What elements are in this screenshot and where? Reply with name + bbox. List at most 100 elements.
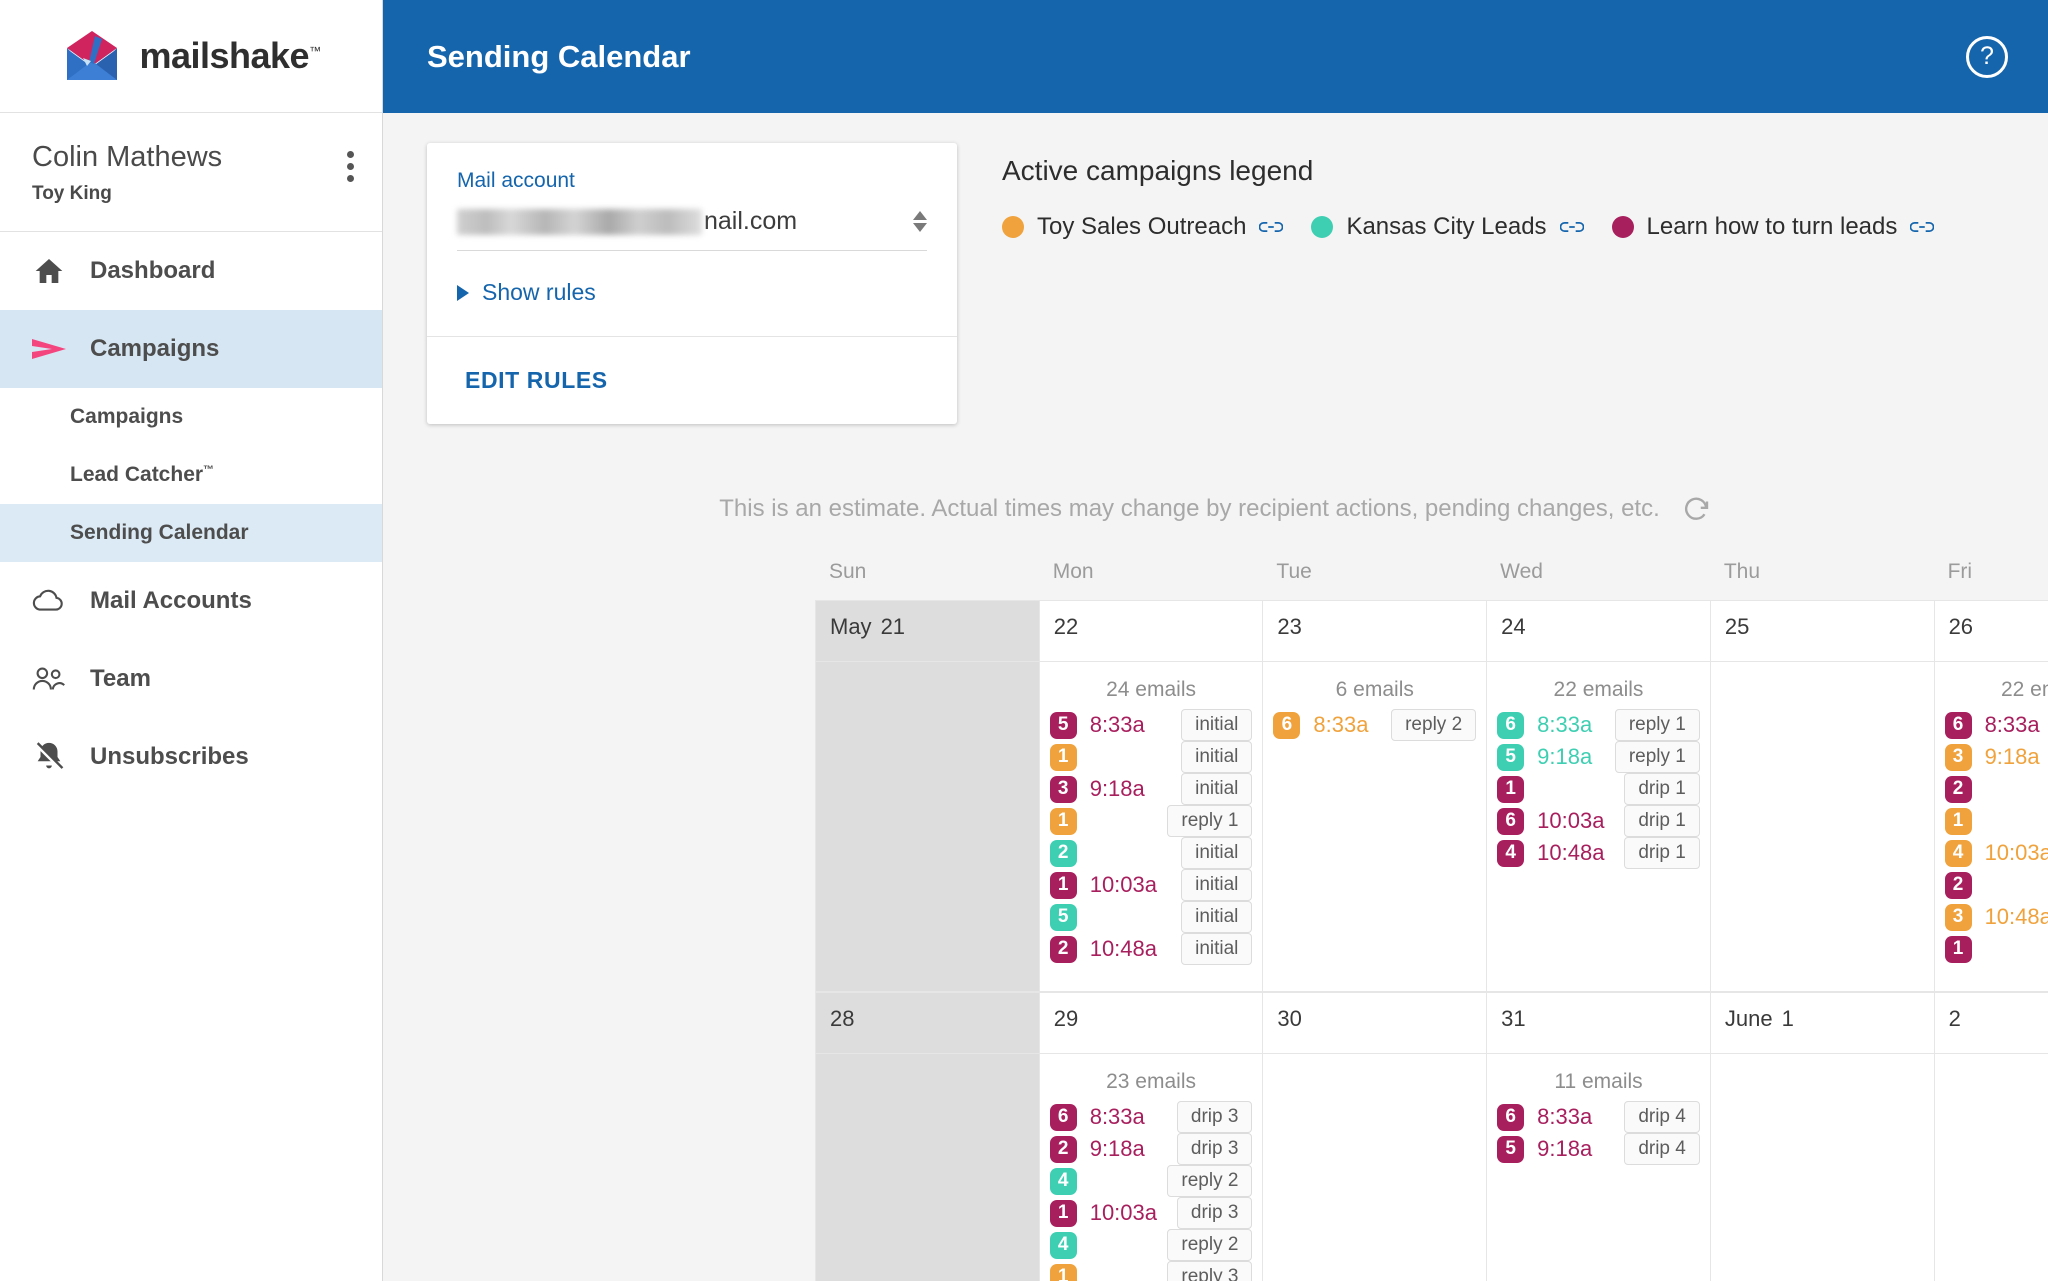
question-mark-icon[interactable]: ? — [1966, 35, 2008, 78]
calendar-date-cell[interactable]: June 1 — [1709, 992, 1934, 1054]
event-stage-tag[interactable]: drip 1 — [1624, 837, 1700, 869]
calendar-date-cell[interactable]: 22 — [1038, 600, 1263, 662]
event-count-badge[interactable]: 3 — [1944, 743, 1972, 771]
event-count-badge[interactable]: 2 — [1944, 775, 1972, 803]
event-count-badge[interactable]: 1 — [1049, 1263, 1077, 1281]
calendar-event-row[interactable]: 1drip 2 — [1944, 935, 2048, 963]
event-count-badge[interactable]: 4 — [1497, 839, 1525, 867]
calendar-event-row[interactable]: 2drip 2 — [1944, 775, 2048, 803]
kebab-menu-icon[interactable] — [347, 151, 354, 182]
calendar-event-row[interactable]: 4 reply 2 — [1049, 1165, 1253, 1197]
sidebar-item-unsubscribes[interactable]: Unsubscribes — [0, 718, 382, 796]
event-count-badge[interactable]: 4 — [1944, 839, 1972, 867]
event-count-badge[interactable]: 1 — [1944, 807, 1972, 835]
calendar-event-row[interactable]: 2 10:48a initial — [1049, 933, 1253, 965]
calendar-event-row[interactable]: 2 9:18a drip 3 — [1049, 1133, 1253, 1165]
calendar-date-cell[interactable]: 29 — [1038, 992, 1263, 1054]
calendar-event-row[interactable]: 5 initial — [1049, 901, 1253, 933]
calendar-event-row[interactable]: 4 reply 2 — [1049, 1229, 1253, 1261]
event-count-badge[interactable]: 6 — [1273, 711, 1301, 739]
event-stage-tag[interactable]: reply 2 — [1391, 709, 1477, 741]
event-stage-tag[interactable]: drip 4 — [1624, 1101, 1700, 1133]
event-stage-tag[interactable]: initial — [1181, 709, 1253, 741]
calendar-event-row[interactable]: 410:03areply 3 — [1944, 839, 2048, 867]
event-count-badge[interactable]: 3 — [1944, 903, 1972, 931]
up-down-arrows-icon[interactable] — [913, 211, 927, 232]
calendar-event-row[interactable]: 68:33adrip 2 — [1944, 711, 2048, 739]
event-count-badge[interactable]: 6 — [1944, 711, 1972, 739]
sidebar-item-team[interactable]: Team — [0, 640, 382, 718]
event-count-badge[interactable]: 4 — [1049, 1167, 1077, 1195]
calendar-date-cell[interactable]: 26 — [1933, 600, 2048, 662]
event-stage-tag[interactable]: initial — [1181, 933, 1253, 965]
calendar-event-row[interactable]: 39:18areply 3 — [1944, 743, 2048, 771]
calendar-date-cell[interactable]: 25 — [1709, 600, 1934, 662]
calendar-date-cell[interactable]: 24 — [1486, 600, 1710, 662]
event-count-badge[interactable]: 1 — [1944, 935, 1972, 963]
event-stage-tag[interactable]: drip 3 — [1176, 1101, 1253, 1133]
event-count-badge[interactable]: 2 — [1049, 839, 1077, 867]
calendar-event-row[interactable]: 310:48areply 3 — [1944, 903, 2048, 931]
legend-item[interactable]: Kansas City Leads — [1311, 213, 1584, 241]
sidebar-subitem-campaigns[interactable]: Campaigns — [0, 388, 382, 446]
event-stage-tag[interactable]: reply 3 — [1167, 1261, 1253, 1281]
event-stage-tag[interactable]: reply 1 — [1614, 709, 1700, 741]
event-count-badge[interactable]: 6 — [1497, 1103, 1525, 1131]
event-stage-tag[interactable]: reply 1 — [1614, 741, 1700, 773]
event-stage-tag[interactable]: reply 2 — [1167, 1229, 1253, 1261]
sidebar-item-mail-accounts[interactable]: Mail Accounts — [0, 562, 382, 640]
calendar-event-row[interactable]: 4 10:48a drip 1 — [1497, 837, 1700, 869]
event-stage-tag[interactable]: drip 4 — [1624, 1133, 1700, 1165]
calendar-date-cell[interactable]: 30 — [1262, 992, 1487, 1054]
calendar-event-row[interactable]: 5 9:18a reply 1 — [1497, 741, 1700, 773]
mail-account-select[interactable]: nail.com — [457, 207, 927, 251]
calendar-event-row[interactable]: 1 10:03a drip 3 — [1049, 1197, 1253, 1229]
legend-item[interactable]: Toy Sales Outreach — [1002, 213, 1284, 241]
calendar-date-cell[interactable]: 28 — [815, 992, 1039, 1054]
event-stage-tag[interactable]: reply 2 — [1167, 1165, 1253, 1197]
event-count-badge[interactable]: 6 — [1497, 807, 1525, 835]
calendar-date-cell[interactable]: 2 — [1933, 992, 2048, 1054]
event-stage-tag[interactable]: drip 3 — [1176, 1197, 1253, 1229]
calendar-date-cell[interactable]: 31 — [1486, 992, 1710, 1054]
event-count-badge[interactable]: 2 — [1944, 871, 1972, 899]
calendar-event-row[interactable]: 2drip 2 — [1944, 871, 2048, 899]
event-count-badge[interactable]: 5 — [1497, 743, 1525, 771]
link-icon[interactable] — [1559, 219, 1584, 235]
calendar-date-cell[interactable]: 23 — [1262, 600, 1487, 662]
event-count-badge[interactable]: 6 — [1497, 711, 1525, 739]
event-count-badge[interactable]: 5 — [1049, 903, 1077, 931]
event-count-badge[interactable]: 1 — [1049, 807, 1077, 835]
calendar-event-row[interactable]: 1 reply 3 — [1049, 1261, 1253, 1281]
event-stage-tag[interactable]: initial — [1181, 773, 1253, 805]
event-count-badge[interactable]: 2 — [1049, 935, 1077, 963]
brand-logo[interactable]: mailshake™ — [0, 0, 382, 113]
calendar-event-row[interactable]: 6 10:03a drip 1 — [1497, 805, 1700, 837]
event-stage-tag[interactable]: initial — [1181, 741, 1253, 773]
calendar-event-row[interactable]: 6 8:33a reply 2 — [1273, 709, 1477, 741]
event-count-badge[interactable]: 1 — [1049, 871, 1077, 899]
calendar-event-row[interactable]: 6 8:33a reply 1 — [1497, 709, 1700, 741]
event-count-badge[interactable]: 1 — [1049, 743, 1077, 771]
event-stage-tag[interactable]: reply 1 — [1167, 805, 1253, 837]
calendar-event-row[interactable]: 2 initial — [1049, 837, 1253, 869]
event-count-badge[interactable]: 1 — [1497, 775, 1525, 803]
event-count-badge[interactable]: 5 — [1049, 711, 1077, 739]
link-icon[interactable] — [1910, 219, 1935, 235]
event-count-badge[interactable]: 3 — [1049, 775, 1077, 803]
calendar-event-row[interactable]: 5 8:33a initial — [1049, 709, 1253, 741]
sidebar-item-campaigns[interactable]: Campaigns — [0, 309, 382, 388]
calendar-date-cell[interactable]: May 21 — [815, 600, 1039, 662]
event-count-badge[interactable]: 2 — [1049, 1135, 1077, 1163]
sidebar-subitem-sending-calendar[interactable]: Sending Calendar — [0, 503, 382, 562]
calendar-event-row[interactable]: 1 10:03a initial — [1049, 869, 1253, 901]
calendar-event-row[interactable]: 1reply 2 — [1944, 807, 2048, 835]
link-icon[interactable] — [1259, 219, 1284, 235]
calendar-event-row[interactable]: 1 reply 1 — [1049, 805, 1253, 837]
calendar-event-row[interactable]: 3 9:18a initial — [1049, 773, 1253, 805]
event-count-badge[interactable]: 5 — [1497, 1135, 1525, 1163]
event-stage-tag[interactable]: drip 3 — [1176, 1133, 1253, 1165]
event-count-badge[interactable]: 1 — [1049, 1199, 1077, 1227]
event-count-badge[interactable]: 4 — [1049, 1231, 1077, 1259]
event-stage-tag[interactable]: drip 1 — [1624, 805, 1700, 837]
